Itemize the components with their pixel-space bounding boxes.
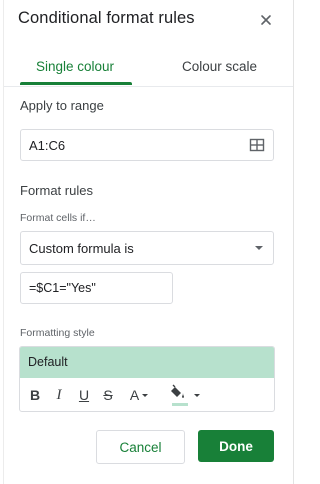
chevron-down-icon <box>142 393 149 397</box>
fill-color-swatch <box>171 403 188 406</box>
style-preview-dropdown[interactable]: Default <box>20 347 274 378</box>
strikethrough-button[interactable]: S <box>101 385 115 405</box>
underline-button[interactable]: U <box>77 385 91 405</box>
formula-value: =$C1="Yes" <box>29 281 96 295</box>
paint-bucket-icon <box>169 384 191 406</box>
condition-select[interactable]: Custom formula is <box>20 231 274 265</box>
formatting-style-box: Default B I U S A <box>19 346 275 412</box>
panel-header: Conditional format rules <box>0 0 293 40</box>
text-color-button[interactable]: A <box>128 385 150 405</box>
panel-title: Conditional format rules <box>18 9 195 27</box>
formatting-style-label: Formatting style <box>20 327 95 339</box>
tab-bar: Single colour Colour scale <box>4 50 293 87</box>
cancel-button[interactable]: Cancel <box>96 430 185 464</box>
format-cells-if-label: Format cells if… <box>20 212 96 224</box>
chevron-down-icon <box>193 393 200 397</box>
done-button[interactable]: Done <box>198 430 274 462</box>
format-rules-label: Format rules <box>20 183 93 198</box>
custom-formula-input[interactable]: =$C1="Yes" <box>20 272 173 304</box>
chevron-down-icon <box>255 246 263 250</box>
conditional-format-panel: Conditional format rules Single colour C… <box>0 0 294 484</box>
range-value: A1:C6 <box>29 138 66 153</box>
apply-to-range-label: Apply to range <box>20 98 104 113</box>
bold-button[interactable]: B <box>28 385 42 405</box>
italic-button[interactable]: I <box>52 385 66 405</box>
tab-single-colour[interactable]: Single colour <box>36 59 114 74</box>
style-toolbar: B I U S A <box>20 379 274 411</box>
fill-color-button[interactable] <box>168 384 200 406</box>
active-tab-indicator <box>20 82 132 85</box>
condition-value: Custom formula is <box>29 241 134 256</box>
grid-select-icon[interactable] <box>249 137 265 153</box>
text-color-label: A <box>129 387 140 403</box>
style-preview-label: Default <box>28 355 68 369</box>
range-input[interactable]: A1:C6 <box>20 129 274 161</box>
close-icon[interactable] <box>257 11 275 29</box>
tab-colour-scale[interactable]: Colour scale <box>182 59 257 74</box>
